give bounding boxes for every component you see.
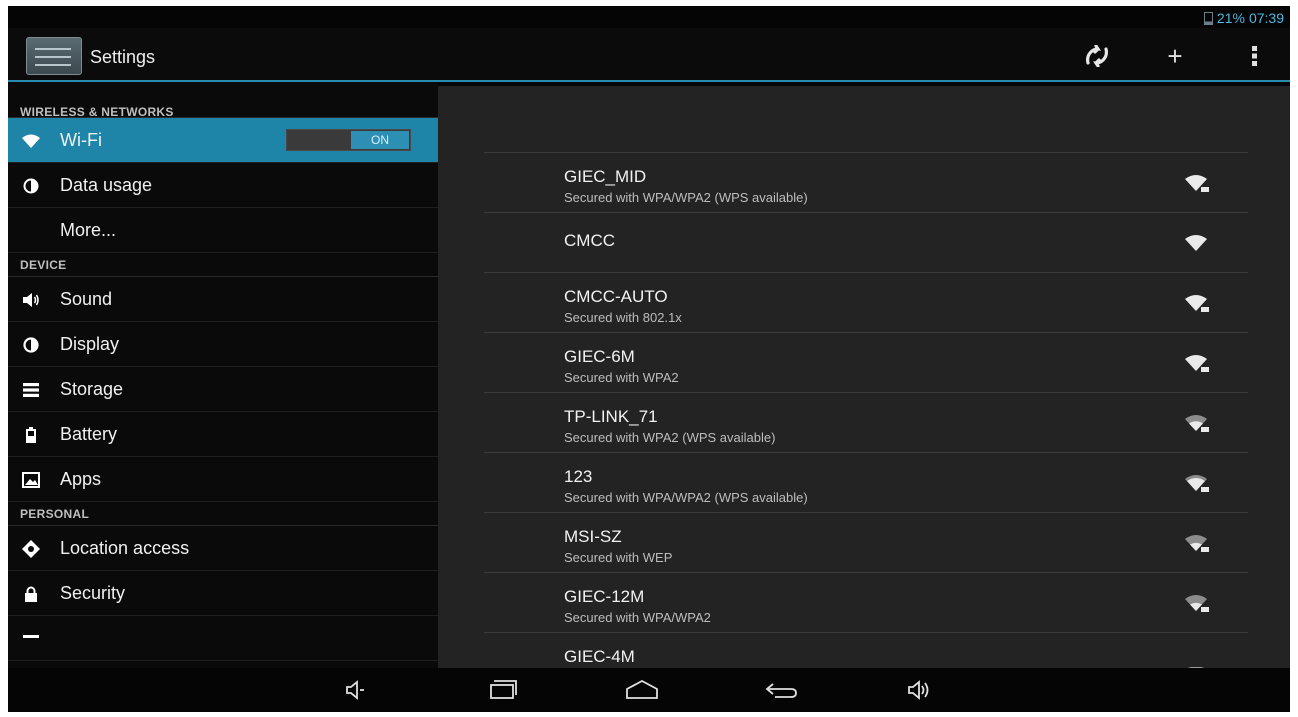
action-bar: Settings + bbox=[8, 28, 1290, 80]
network-security: Secured with WEP bbox=[564, 550, 673, 565]
settings-sidebar: WIRELESS & NETWORKS Wi-Fi ON Data usage … bbox=[8, 82, 438, 668]
volume-down-icon[interactable] bbox=[334, 676, 378, 704]
tablet-screen: 21% 07:39 Settings + WIRELESS & NETWORKS… bbox=[8, 6, 1290, 712]
back-icon[interactable] bbox=[760, 676, 804, 704]
wifi-network-row[interactable]: GIEC-12M Secured with WPA/WPA2 bbox=[484, 573, 1248, 633]
data-usage-icon bbox=[22, 177, 40, 195]
wifi-network-row[interactable]: GIEC_MID Secured with WPA/WPA2 (WPS avai… bbox=[484, 153, 1248, 213]
wifi-signal-locked-icon bbox=[1185, 355, 1209, 372]
sidebar-item-location-access[interactable]: Location access bbox=[8, 526, 438, 571]
sidebar-item-more[interactable]: More... bbox=[8, 208, 438, 253]
sidebar-item-security[interactable]: Security bbox=[8, 571, 438, 616]
network-ssid: GIEC-6M bbox=[564, 347, 635, 366]
wifi-signal-locked-icon bbox=[1185, 175, 1209, 192]
lock-icon bbox=[22, 585, 40, 603]
apps-icon bbox=[22, 471, 40, 489]
wifi-signal-locked-icon bbox=[1185, 475, 1209, 492]
network-ssid: 123 bbox=[564, 467, 593, 486]
battery-status-icon bbox=[1203, 11, 1213, 25]
sidebar-item-label: Wi-Fi bbox=[60, 129, 102, 150]
recent-apps-icon[interactable] bbox=[482, 676, 526, 704]
wifi-icon bbox=[22, 132, 40, 150]
wifi-signal-locked-icon bbox=[1185, 595, 1209, 612]
network-ssid: GIEC-4M bbox=[564, 647, 635, 666]
network-ssid: GIEC-12M bbox=[564, 587, 645, 606]
wifi-toggle[interactable]: ON bbox=[286, 129, 411, 151]
wifi-network-row[interactable]: CMCC bbox=[484, 213, 1248, 273]
settings-app-icon[interactable] bbox=[26, 37, 82, 75]
network-security: Secured with WPA2 bbox=[564, 370, 679, 385]
network-ssid: MSI-SZ bbox=[564, 527, 622, 546]
sidebar-item-label: Data usage bbox=[60, 174, 153, 195]
sidebar-item-label: Security bbox=[60, 582, 126, 603]
sidebar-item-partial[interactable] bbox=[8, 616, 438, 661]
network-ssid: GIEC_MID bbox=[564, 167, 647, 186]
network-security: Secured with WPA2 (WPS available) bbox=[564, 430, 776, 445]
network-security: Secured with WPA/WPA2 (WPS available) bbox=[564, 490, 808, 505]
wifi-network-row[interactable]: MSI-SZ Secured with WEP bbox=[484, 513, 1248, 573]
network-security: Secured with 802.1x bbox=[564, 310, 682, 325]
wifi-network-row[interactable]: CMCC-AUTO Secured with 802.1x bbox=[484, 273, 1248, 333]
wifi-signal-locked-icon bbox=[1185, 535, 1209, 552]
section-header-personal: PERSONAL bbox=[8, 502, 438, 526]
home-icon[interactable] bbox=[620, 676, 664, 704]
wps-icon[interactable] bbox=[1080, 42, 1114, 70]
add-network-button[interactable]: + bbox=[1158, 40, 1192, 71]
display-icon bbox=[22, 336, 40, 354]
battery-percent: 21% bbox=[1216, 10, 1245, 26]
network-security: Secured with WPA/WPA2 bbox=[564, 610, 711, 625]
section-header-wireless: WIRELESS & NETWORKS bbox=[8, 82, 438, 119]
sidebar-item-label: Display bbox=[60, 333, 120, 354]
wifi-networks-pane: GIEC_MID Secured with WPA/WPA2 (WPS avai… bbox=[438, 86, 1290, 668]
sidebar-item-apps[interactable]: Apps bbox=[8, 457, 438, 502]
sidebar-item-data-usage[interactable]: Data usage bbox=[8, 163, 438, 208]
sidebar-item-label: More... bbox=[60, 219, 117, 240]
add-icon: + bbox=[1167, 40, 1183, 71]
wifi-network-row[interactable]: 123 Secured with WPA/WPA2 (WPS available… bbox=[484, 453, 1248, 513]
volume-up-icon[interactable] bbox=[898, 676, 942, 704]
wifi-toggle-on-label: ON bbox=[351, 131, 409, 149]
wifi-network-list: GIEC_MID Secured with WPA/WPA2 (WPS avai… bbox=[484, 152, 1248, 668]
sidebar-item-label: Sound bbox=[60, 288, 113, 309]
settings-item-icon bbox=[22, 628, 40, 646]
sidebar-item-wifi[interactable]: Wi-Fi ON bbox=[8, 118, 438, 163]
wifi-signal-locked-icon bbox=[1185, 415, 1209, 432]
wifi-signal-icon bbox=[1185, 235, 1207, 251]
sidebar-item-storage[interactable]: Storage bbox=[8, 367, 438, 412]
sidebar-item-display[interactable]: Display bbox=[8, 322, 438, 367]
section-header-device: DEVICE bbox=[8, 253, 438, 277]
network-security: Secured with WPA/WPA2 (WPS available) bbox=[564, 190, 808, 205]
wifi-signal-locked-icon bbox=[1185, 295, 1209, 312]
navigation-bar bbox=[8, 668, 1290, 712]
wifi-network-row[interactable]: TP-LINK_71 Secured with WPA2 (WPS availa… bbox=[484, 393, 1248, 453]
sidebar-item-label: Location access bbox=[60, 537, 190, 558]
network-ssid: TP-LINK_71 bbox=[564, 407, 658, 426]
sidebar-item-sound[interactable]: Sound bbox=[8, 277, 438, 322]
overflow-menu-icon[interactable] bbox=[1238, 42, 1272, 70]
wifi-network-row[interactable]: GIEC-4M bbox=[484, 633, 1248, 668]
app-title: Settings bbox=[90, 47, 156, 67]
status-indicators: 21% 07:39 bbox=[1203, 10, 1284, 26]
sidebar-item-label: Storage bbox=[60, 378, 124, 399]
speaker-icon bbox=[22, 291, 40, 309]
network-ssid: CMCC-AUTO bbox=[564, 287, 668, 306]
status-bar: 21% 07:39 bbox=[8, 6, 1290, 28]
battery-icon bbox=[22, 426, 40, 444]
location-icon bbox=[22, 540, 40, 558]
sidebar-item-label: Battery bbox=[60, 423, 118, 444]
storage-icon bbox=[22, 381, 40, 399]
sidebar-item-battery[interactable]: Battery bbox=[8, 412, 438, 457]
clock: 07:39 bbox=[1248, 10, 1284, 26]
sidebar-item-label: Apps bbox=[60, 468, 102, 489]
network-ssid: CMCC bbox=[564, 231, 615, 250]
wifi-network-row[interactable]: GIEC-6M Secured with WPA2 bbox=[484, 333, 1248, 393]
